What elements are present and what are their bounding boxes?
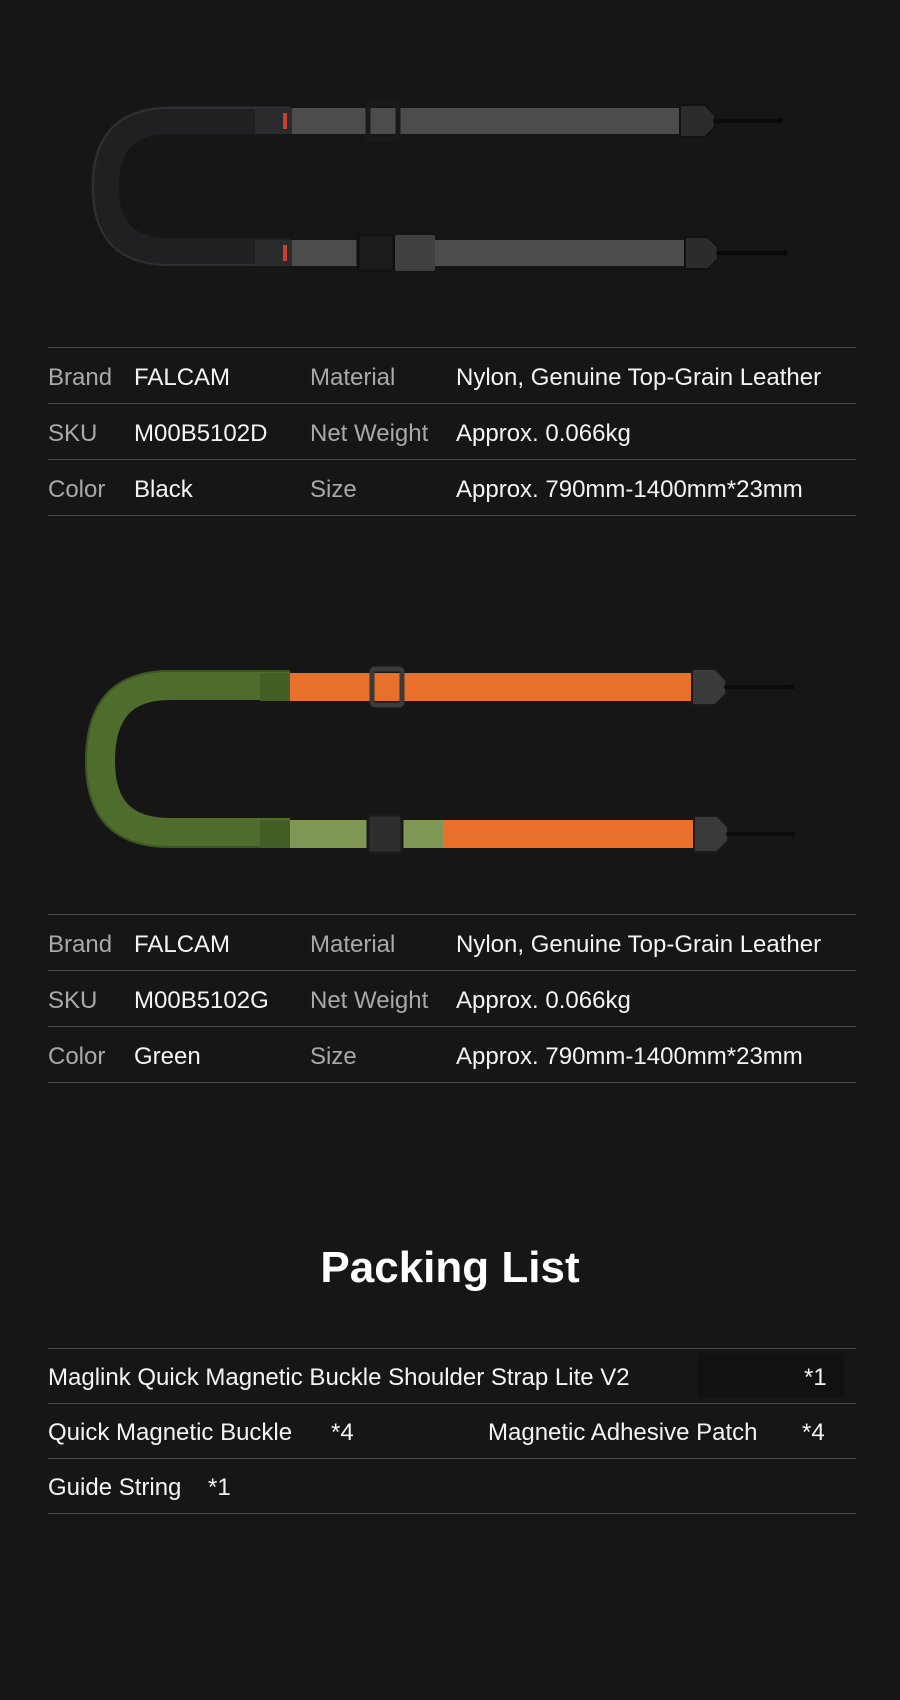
packing-row: Quick Magnetic Buckle *4 Magnetic Adhesi…: [48, 1404, 856, 1459]
spec-label: Material: [310, 364, 396, 391]
packing-row: Guide String *1: [48, 1459, 856, 1514]
spec-label: Brand: [48, 931, 113, 958]
packing-item-qty: *1: [208, 1474, 231, 1501]
spec-value: Approx. 0.066kg: [456, 987, 631, 1014]
spec-value: Nylon, Genuine Top-Grain Leather: [456, 931, 822, 958]
packing-item-name: Magnetic Adhesive Patch: [488, 1419, 758, 1446]
spec-table-green: Brand FALCAM Material Nylon, Genuine Top…: [48, 914, 856, 1083]
spec-label: Net Weight: [310, 987, 429, 1014]
spec-value: FALCAM: [134, 364, 231, 391]
green-strap-image: [84, 666, 795, 855]
spec-label: Material: [310, 931, 396, 958]
packing-row: Maglink Quick Magnetic Buckle Shoulder S…: [48, 1349, 856, 1404]
spec-label: Color: [48, 1043, 106, 1070]
packing-list-table: Maglink Quick Magnetic Buckle Shoulder S…: [48, 1348, 856, 1514]
spec-value: Black: [134, 476, 193, 503]
packing-item-qty: *1: [804, 1364, 827, 1391]
spec-label: Color: [48, 476, 106, 503]
spec-value: Nylon, Genuine Top-Grain Leather: [456, 364, 822, 391]
spec-value: Approx. 0.066kg: [456, 420, 631, 447]
spec-row: Color Green Size Approx. 790mm-1400mm*23…: [48, 1027, 856, 1083]
packing-list-title: Packing List: [320, 1243, 580, 1292]
spec-label: SKU: [48, 987, 98, 1014]
spec-row: SKU M00B5102D Net Weight Approx. 0.066kg: [48, 404, 856, 460]
spec-label: Net Weight: [310, 420, 429, 447]
spec-value: Approx. 790mm-1400mm*23mm: [456, 476, 803, 503]
spec-label: Brand: [48, 364, 113, 391]
spec-label: Size: [310, 1043, 357, 1070]
spec-row: Brand FALCAM Material Nylon, Genuine Top…: [48, 348, 856, 404]
packing-item-name: Quick Magnetic Buckle: [48, 1419, 293, 1446]
spec-value: M00B5102G: [134, 987, 269, 1014]
spec-row: SKU M00B5102G Net Weight Approx. 0.066kg: [48, 971, 856, 1027]
packing-item-name: Guide String: [48, 1474, 182, 1501]
spec-label: Size: [310, 476, 357, 503]
black-strap-image: [91, 100, 788, 273]
spec-row: Color Black Size Approx. 790mm-1400mm*23…: [48, 460, 856, 516]
spec-table-black: Brand FALCAM Material Nylon, Genuine Top…: [48, 347, 856, 516]
spec-value: Approx. 790mm-1400mm*23mm: [456, 1043, 803, 1070]
spec-value: Green: [134, 1043, 201, 1070]
spec-row: Brand FALCAM Material Nylon, Genuine Top…: [48, 915, 856, 971]
spec-value: FALCAM: [134, 931, 231, 958]
packing-item-name: Maglink Quick Magnetic Buckle Shoulder S…: [48, 1364, 630, 1391]
packing-item-qty: *4: [802, 1419, 825, 1446]
spec-label: SKU: [48, 420, 98, 447]
spec-value: M00B5102D: [134, 420, 268, 447]
packing-item-qty: *4: [331, 1419, 354, 1446]
